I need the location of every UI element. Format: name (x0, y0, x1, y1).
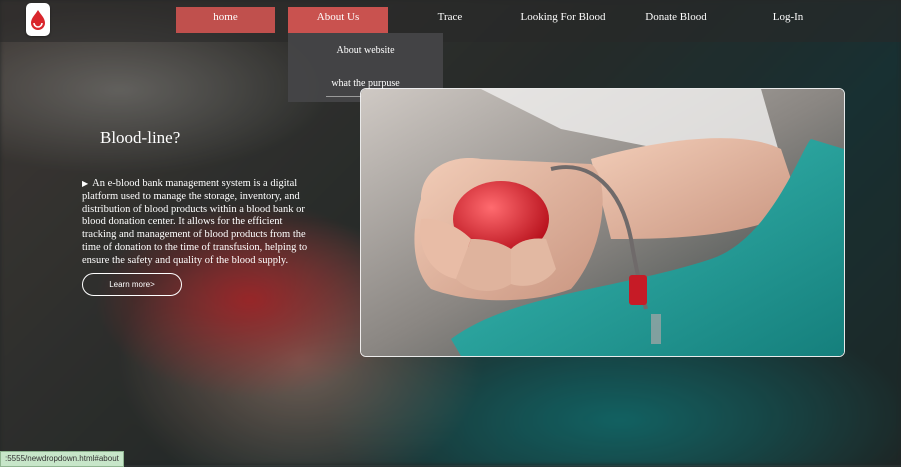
learn-more-button[interactable]: Learn more> (82, 273, 182, 296)
nav-log-in[interactable]: Log-In (765, 7, 811, 33)
nav-home[interactable]: home (176, 7, 275, 33)
hero-title: Blood-line? (100, 128, 181, 147)
navbar: home About Us Trace Looking For Blood Do… (0, 0, 901, 42)
nav-trace[interactable]: Trace (425, 7, 475, 33)
play-bullet-icon: ▶ (82, 179, 89, 188)
nav-looking-for-blood[interactable]: Looking For Blood (515, 7, 611, 33)
dropdown-item-about-website[interactable]: About website (288, 45, 443, 56)
hero-description: ▶ An e-blood bank management system is a … (82, 178, 317, 268)
nav-donate-blood[interactable]: Donate Blood (640, 7, 712, 33)
blood-drop-logo-icon[interactable] (26, 3, 50, 36)
nav-about-us[interactable]: About Us (288, 7, 388, 33)
blood-donation-photo (360, 88, 845, 357)
hero-description-text: An e-blood bank management system is a d… (82, 178, 308, 266)
